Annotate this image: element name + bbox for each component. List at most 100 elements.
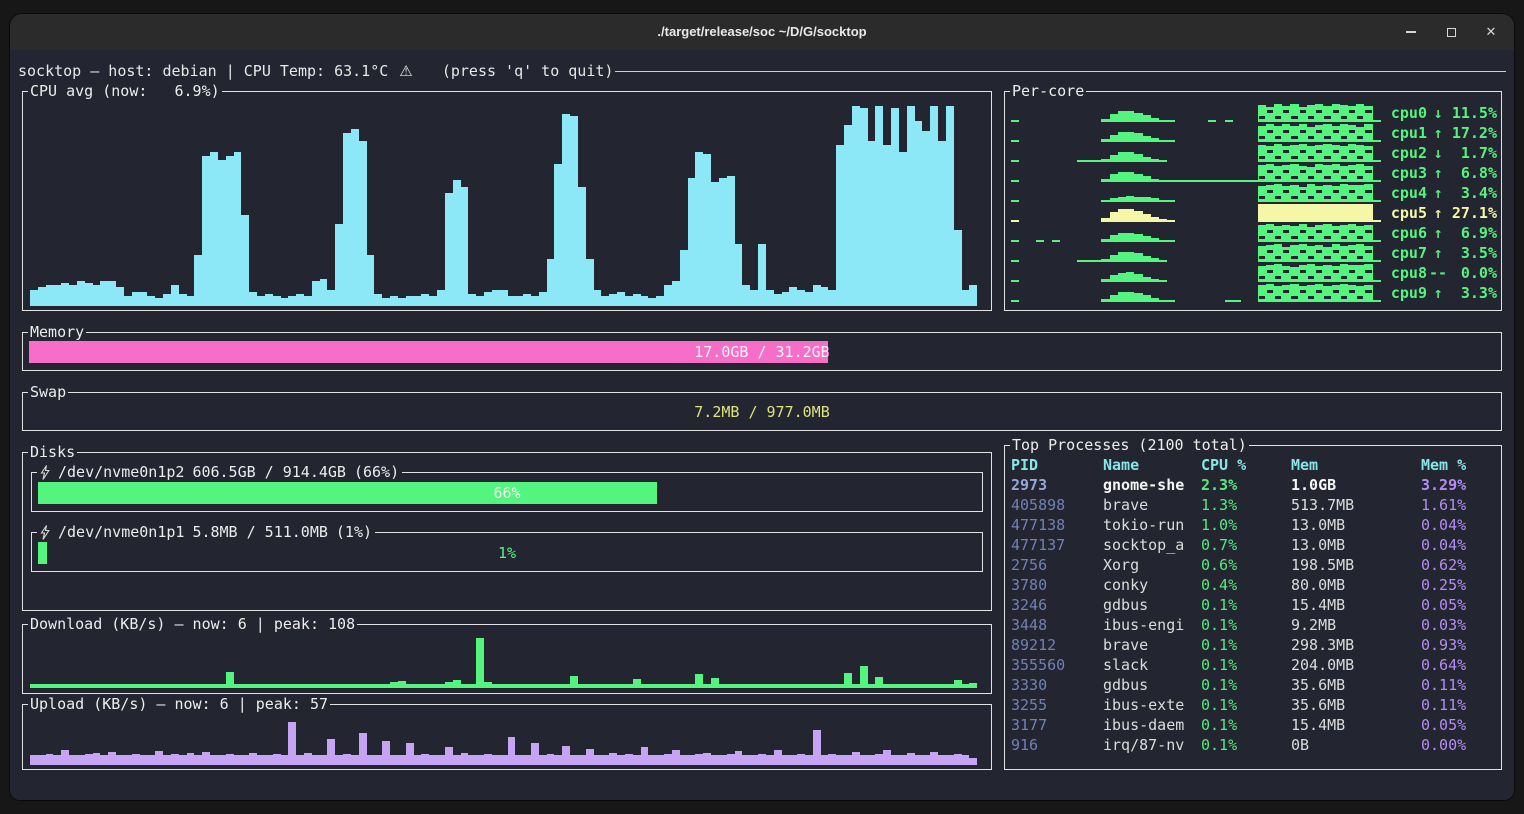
bar bbox=[1323, 204, 1331, 222]
process-row[interactable]: 89212brave0.1%298.3MB0.93% bbox=[1011, 635, 1497, 655]
bar bbox=[77, 684, 85, 686]
bar bbox=[508, 296, 516, 306]
gauge-label-on-fill: 1% bbox=[38, 542, 47, 564]
bar bbox=[30, 290, 38, 306]
bar bbox=[476, 296, 484, 306]
bar bbox=[461, 684, 469, 686]
process-pmempct: 0.04% bbox=[1421, 515, 1497, 535]
bar bbox=[1167, 300, 1175, 302]
bar bbox=[1348, 125, 1356, 142]
bar bbox=[821, 755, 829, 763]
bar bbox=[484, 292, 492, 306]
bar bbox=[1101, 259, 1109, 262]
bar bbox=[367, 755, 375, 763]
process-row[interactable]: 3255ibus-exte0.1%35.6MB0.11% bbox=[1011, 695, 1497, 715]
process-row[interactable]: 2973gnome-she2.3%1.0GB3.29% bbox=[1011, 475, 1497, 495]
bar bbox=[938, 684, 946, 686]
bar bbox=[421, 684, 429, 686]
close-button[interactable]: ✕ bbox=[1484, 25, 1498, 39]
bar bbox=[531, 743, 539, 763]
bar bbox=[805, 755, 813, 763]
process-pmempct: 0.05% bbox=[1421, 595, 1497, 615]
bar bbox=[1126, 172, 1134, 182]
process-pid: 2973 bbox=[1011, 475, 1103, 495]
memory-panel-title: Memory bbox=[28, 322, 86, 342]
col-name: Name bbox=[1103, 455, 1201, 475]
bar bbox=[1110, 235, 1118, 242]
bar bbox=[257, 296, 265, 306]
cpu-core-label: cpu2↓1.7% bbox=[1381, 143, 1497, 163]
window-titlebar[interactable]: ./target/release/soc ~/D/G/socktop ✕ bbox=[10, 14, 1514, 50]
disk-title: /dev/nvme0n1p2 606.5GB / 914.4GB (66%) bbox=[37, 462, 402, 482]
bar bbox=[1348, 245, 1356, 262]
process-row[interactable]: 3448ibus-engi0.1%9.2MB0.03% bbox=[1011, 615, 1497, 635]
bar bbox=[1110, 198, 1118, 203]
bar bbox=[1356, 226, 1364, 242]
bar bbox=[821, 287, 829, 306]
bar bbox=[85, 283, 93, 306]
bar bbox=[265, 755, 273, 763]
bar bbox=[398, 681, 406, 686]
terminal-window: ./target/release/soc ~/D/G/socktop ✕ soc… bbox=[10, 14, 1514, 800]
bar bbox=[1282, 165, 1290, 182]
bar bbox=[891, 684, 899, 686]
bar bbox=[1332, 104, 1340, 122]
cpu-sparkline bbox=[1011, 164, 1381, 182]
bar bbox=[1101, 139, 1109, 142]
bar bbox=[1299, 144, 1307, 162]
bar bbox=[38, 684, 46, 686]
bar bbox=[304, 753, 312, 763]
col-pid: PID bbox=[1011, 455, 1103, 475]
process-row[interactable]: 3177ibus-daem0.1%15.4MB0.05% bbox=[1011, 715, 1497, 735]
process-row[interactable]: 477137socktop_a0.7%13.0MB0.04% bbox=[1011, 535, 1497, 555]
bar bbox=[1258, 165, 1266, 182]
bar bbox=[789, 287, 797, 306]
disk-box-nvme0n1p1: /dev/nvme0n1p1 5.8MB / 511.0MB (1%) 1%1% bbox=[31, 532, 983, 572]
process-row[interactable]: 3246gdbus0.1%15.4MB0.05% bbox=[1011, 595, 1497, 615]
header-rule bbox=[615, 71, 1506, 72]
bar bbox=[1299, 286, 1307, 302]
maximize-button[interactable] bbox=[1444, 25, 1458, 39]
bar bbox=[672, 750, 680, 763]
minimize-button[interactable] bbox=[1404, 25, 1418, 39]
bar bbox=[1290, 104, 1298, 122]
process-row[interactable]: 355560slack0.1%204.0MB0.64% bbox=[1011, 655, 1497, 675]
bar bbox=[1159, 260, 1167, 262]
process-row[interactable]: 3780conky0.4%80.0MB0.25% bbox=[1011, 575, 1497, 595]
bar bbox=[899, 755, 907, 763]
process-row[interactable]: 3330gdbus0.1%35.6MB0.11% bbox=[1011, 675, 1497, 695]
bar bbox=[1356, 185, 1364, 202]
process-row[interactable]: 916irq/87-nv0.1%0B0.00% bbox=[1011, 735, 1497, 755]
bar bbox=[273, 754, 281, 763]
bar bbox=[1077, 260, 1085, 262]
process-row[interactable]: 405898brave1.3%513.7MB1.61% bbox=[1011, 495, 1497, 515]
bar bbox=[461, 753, 469, 763]
bar bbox=[1274, 226, 1282, 242]
swap-panel: Swap 7.2MB / 977.0MB bbox=[22, 392, 1502, 431]
bar bbox=[1093, 260, 1101, 262]
bar bbox=[1282, 285, 1290, 302]
bar bbox=[179, 294, 187, 306]
process-pmempct: 1.61% bbox=[1421, 495, 1497, 515]
bar bbox=[147, 296, 155, 306]
bar bbox=[570, 755, 578, 763]
bar bbox=[1364, 285, 1372, 302]
bar bbox=[202, 684, 210, 686]
bar bbox=[617, 684, 625, 686]
cpu-core-percent: 6.9% bbox=[1449, 223, 1497, 243]
bar bbox=[202, 156, 210, 306]
bar bbox=[735, 244, 743, 306]
bar bbox=[1332, 285, 1340, 302]
bar bbox=[828, 290, 836, 306]
bar bbox=[782, 684, 790, 686]
cpu-core-label: cpu4↑3.4% bbox=[1381, 183, 1497, 203]
process-pmempct: 3.29% bbox=[1421, 475, 1497, 495]
process-row[interactable]: 477138tokio-run1.0%13.0MB0.04% bbox=[1011, 515, 1497, 535]
process-row[interactable]: 2756Xorg0.6%198.5MB0.62% bbox=[1011, 555, 1497, 575]
bar bbox=[1151, 217, 1159, 222]
bar bbox=[547, 754, 555, 763]
bar bbox=[1118, 132, 1126, 142]
process-pmem: 298.3MB bbox=[1291, 635, 1421, 655]
bar bbox=[1110, 275, 1118, 282]
bar bbox=[468, 294, 476, 306]
